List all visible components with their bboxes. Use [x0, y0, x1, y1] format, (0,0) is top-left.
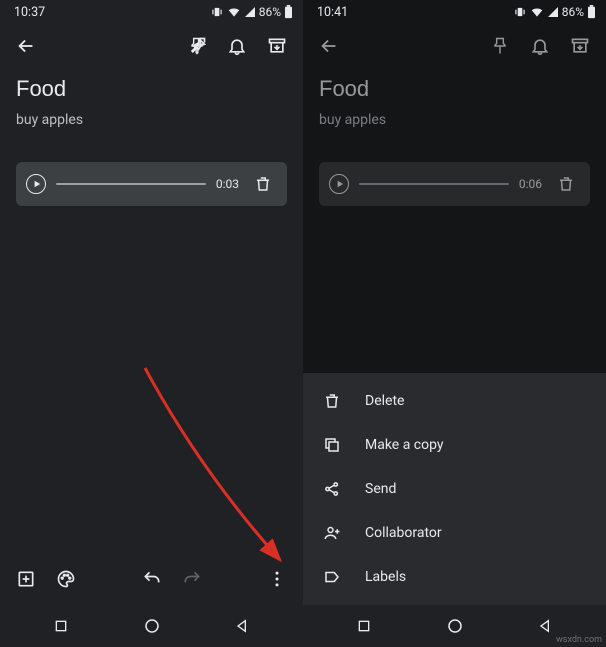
back-button[interactable]: [6, 26, 46, 66]
system-nav: [0, 605, 303, 647]
toolbar: [0, 22, 303, 70]
more-button[interactable]: [257, 559, 297, 599]
audio-delete-button[interactable]: [552, 170, 580, 198]
battery-percent: 86%: [259, 5, 281, 19]
sheet-label: Make a copy: [365, 437, 444, 453]
nav-recents[interactable]: [31, 606, 91, 646]
play-button[interactable]: [26, 174, 46, 194]
archive-button[interactable]: [560, 26, 600, 66]
redo-button[interactable]: [172, 559, 212, 599]
arrow-left-icon: [318, 35, 340, 57]
circle-icon: [143, 617, 161, 635]
reminder-button[interactable]: [520, 26, 560, 66]
audio-chip: 0:06: [319, 162, 590, 206]
triangle-left-icon: [537, 618, 553, 634]
arrow-left-icon: [15, 35, 37, 57]
phone-right: 10:41 86% buy apples: [303, 0, 606, 647]
status-bar: 10:41 86%: [303, 0, 606, 22]
redo-icon: [182, 569, 202, 589]
plus-box-icon: [16, 569, 36, 589]
sheet-item-labels[interactable]: Labels: [303, 555, 606, 599]
archive-icon: [570, 36, 590, 56]
undo-icon: [142, 569, 162, 589]
bell-icon: [530, 36, 550, 56]
watermark: wsxdn.com: [556, 635, 602, 645]
sheet-label: Labels: [365, 569, 406, 585]
note-body[interactable]: buy apples: [16, 112, 287, 128]
play-icon: [336, 180, 344, 188]
battery-icon: [587, 5, 596, 19]
note-title-input[interactable]: [319, 76, 590, 102]
audio-track[interactable]: [56, 183, 206, 185]
signal-icon: [244, 6, 256, 18]
archive-button[interactable]: [257, 26, 297, 66]
pin-button[interactable]: [177, 26, 217, 66]
nav-home[interactable]: [425, 606, 485, 646]
status-bar: 10:37 86%: [0, 0, 303, 22]
audio-duration: 0:06: [519, 177, 542, 191]
bell-icon: [227, 36, 247, 56]
sheet-item-copy[interactable]: Make a copy: [303, 423, 606, 467]
trash-icon: [557, 175, 575, 193]
phone-left: 10:37 86% buy apples: [0, 0, 303, 647]
circle-icon: [446, 617, 464, 635]
status-time: 10:41: [317, 5, 348, 20]
vibrate-icon: [210, 5, 224, 19]
palette-icon: [56, 569, 76, 589]
vibrate-icon: [513, 5, 527, 19]
play-button[interactable]: [329, 174, 349, 194]
note-title-input[interactable]: [16, 76, 287, 102]
note-content: buy apples 0:03: [0, 70, 303, 553]
bottom-appbar: [0, 553, 303, 605]
person-add-icon: [323, 524, 341, 542]
audio-duration: 0:03: [216, 177, 239, 191]
triangle-left-icon: [234, 618, 250, 634]
nav-recents[interactable]: [334, 606, 394, 646]
square-icon: [356, 618, 372, 634]
back-button[interactable]: [309, 26, 349, 66]
status-indicators: 86%: [210, 5, 293, 19]
toolbar: [303, 22, 606, 70]
sheet-item-send[interactable]: Send: [303, 467, 606, 511]
bottom-sheet: Delete Make a copy Send Collaborator Lab…: [303, 373, 606, 605]
pin-button[interactable]: [480, 26, 520, 66]
audio-track[interactable]: [359, 183, 509, 185]
palette-button[interactable]: [46, 559, 86, 599]
more-vert-icon: [267, 569, 287, 589]
signal-icon: [547, 6, 559, 18]
square-icon: [53, 618, 69, 634]
status-indicators: 86%: [513, 5, 596, 19]
share-icon: [323, 480, 341, 498]
add-button[interactable]: [6, 559, 46, 599]
wifi-icon: [530, 5, 544, 19]
sheet-label: Delete: [365, 393, 404, 409]
sheet-label: Send: [365, 481, 396, 497]
status-time: 10:37: [14, 5, 45, 20]
sheet-item-collaborator[interactable]: Collaborator: [303, 511, 606, 555]
trash-icon: [323, 392, 341, 410]
trash-icon: [254, 175, 272, 193]
pin-icon: [187, 36, 207, 56]
play-icon: [33, 180, 41, 188]
battery-percent: 86%: [562, 5, 584, 19]
audio-chip: 0:03: [16, 162, 287, 206]
nav-back[interactable]: [212, 606, 272, 646]
audio-delete-button[interactable]: [249, 170, 277, 198]
note-body[interactable]: buy apples: [319, 112, 590, 128]
sheet-label: Collaborator: [365, 525, 442, 541]
battery-icon: [284, 5, 293, 19]
sheet-item-delete[interactable]: Delete: [303, 379, 606, 423]
nav-home[interactable]: [122, 606, 182, 646]
archive-icon: [267, 36, 287, 56]
undo-button[interactable]: [132, 559, 172, 599]
reminder-button[interactable]: [217, 26, 257, 66]
wifi-icon: [227, 5, 241, 19]
pin-icon: [490, 36, 510, 56]
copy-icon: [323, 436, 341, 454]
label-icon: [323, 568, 341, 586]
